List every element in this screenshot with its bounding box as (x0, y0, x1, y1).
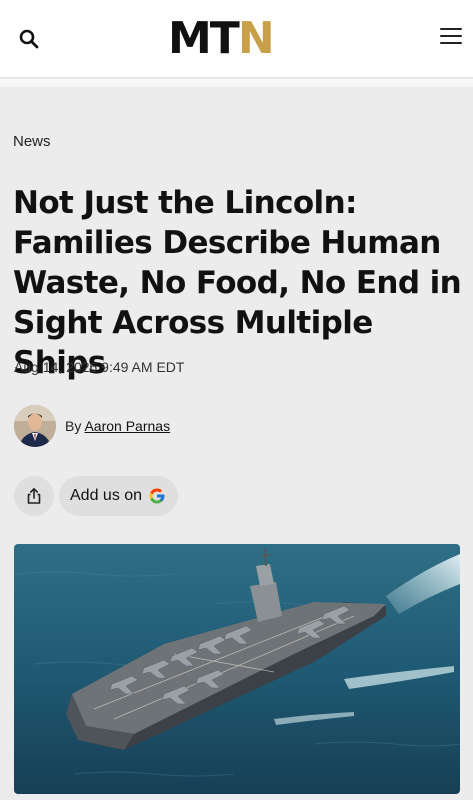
menu-button[interactable] (440, 28, 464, 50)
share-button[interactable] (14, 476, 54, 516)
site-logo[interactable]: MTN (168, 13, 275, 64)
byline-prefix: By (65, 418, 82, 434)
site-header: MTN (0, 0, 473, 78)
share-icon (27, 488, 41, 504)
header-divider (0, 79, 473, 87)
article-headline: Not Just the Lincoln: Families Describe … (13, 185, 462, 381)
search-button[interactable] (16, 26, 42, 52)
aircraft-carrier-photo (14, 544, 460, 794)
google-button-label: Add us on (70, 487, 143, 504)
author-link[interactable]: Aaron Parnas (84, 418, 170, 434)
author-photo (14, 405, 56, 447)
google-g-icon (149, 488, 165, 504)
hamburger-menu-icon (440, 28, 464, 44)
logo-text-primary: MT (168, 13, 240, 64)
article-date: Aug 14, 2026 9:49 AM EDT (14, 359, 185, 375)
article-category[interactable]: News (13, 133, 51, 150)
hero-image-aircraft-carrier[interactable] (14, 544, 460, 794)
author-avatar[interactable] (14, 405, 56, 447)
byline: By Aaron Parnas (65, 418, 170, 434)
search-icon (19, 29, 39, 49)
logo-text-accent: N (237, 13, 275, 64)
add-us-on-google-button[interactable]: Add us on (59, 476, 179, 516)
